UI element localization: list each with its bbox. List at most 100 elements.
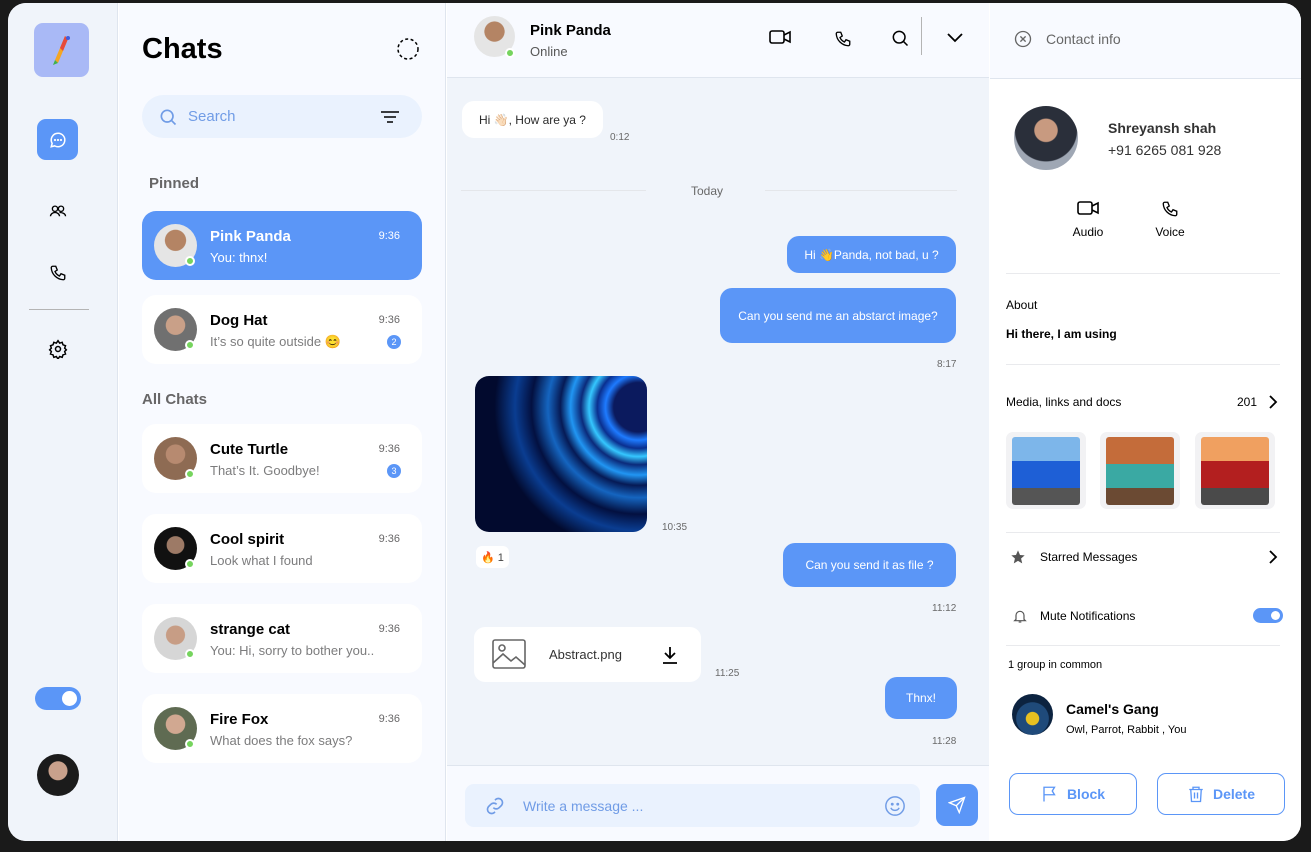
search-icon — [160, 109, 177, 125]
chat-item[interactable]: Fire Fox What does the fox says? 9:36 — [142, 694, 422, 763]
chat-name: Cute Turtle — [210, 441, 289, 458]
chat-icon — [49, 131, 66, 148]
filter-icon[interactable] — [380, 110, 400, 124]
search-input[interactable] — [188, 108, 368, 125]
starred-messages-label[interactable]: Starred Messages — [1040, 550, 1137, 564]
chat-item[interactable]: Pink Panda You: thnx! 9:36 — [142, 211, 422, 280]
online-indicator — [505, 48, 515, 58]
send-button[interactable] — [936, 784, 978, 826]
group-name[interactable]: Camel's Gang — [1066, 701, 1159, 717]
mute-toggle[interactable] — [1253, 608, 1283, 623]
nav-calls-button[interactable] — [37, 252, 78, 293]
nav-settings-button[interactable] — [37, 328, 78, 369]
nav-rail — [8, 3, 118, 841]
divider-line — [461, 190, 646, 191]
message-time: 11:28 — [932, 736, 957, 747]
media-label: Media, links and docs — [1006, 395, 1122, 409]
close-icon[interactable] — [1014, 30, 1032, 48]
voice-call-button[interactable] — [828, 24, 858, 54]
mute-notifications-label: Mute Notifications — [1040, 609, 1136, 623]
group-avatar[interactable] — [1012, 694, 1053, 735]
chevron-right-icon[interactable] — [1269, 550, 1278, 564]
search-icon — [892, 30, 909, 47]
media-thumbnail[interactable] — [1195, 432, 1275, 509]
media-thumbnail[interactable] — [1100, 432, 1180, 509]
online-indicator — [185, 739, 195, 749]
divider-line — [765, 190, 957, 191]
attach-link-icon[interactable] — [485, 796, 505, 816]
chat-name: strange cat — [210, 621, 291, 638]
video-icon — [769, 30, 791, 44]
emoji-icon[interactable] — [884, 795, 906, 817]
audio-label: Audio — [1072, 225, 1104, 239]
delete-button[interactable]: Delete — [1157, 773, 1285, 815]
chat-preview: It’s so quite outside 😊 — [210, 334, 341, 349]
message-time: 0:12 — [610, 132, 630, 143]
chat-item[interactable]: strange cat You: Hi, sorry to bother you… — [142, 604, 422, 673]
chat-time: 9:36 — [378, 230, 400, 242]
online-indicator — [185, 469, 195, 479]
message-bubble: Can you send it as file ? — [783, 543, 956, 587]
download-icon[interactable] — [662, 646, 678, 664]
media-thumbnail[interactable] — [1006, 432, 1086, 509]
trash-icon — [1189, 786, 1203, 803]
new-status-icon[interactable] — [396, 37, 420, 61]
contact-status: Online — [530, 44, 568, 59]
message-time: 11:12 — [932, 603, 957, 614]
message-input[interactable] — [523, 797, 863, 814]
chat-preview: You: Hi, sorry to bother you.. — [210, 643, 375, 658]
voice-call-action[interactable]: Voice — [1150, 200, 1190, 239]
chat-time: 9:36 — [378, 443, 400, 455]
contact-phone: +91 6265 081 928 — [1108, 142, 1222, 158]
nav-groups-button[interactable] — [37, 190, 78, 231]
chats-title: Chats — [142, 33, 223, 65]
voice-label: Voice — [1155, 225, 1185, 239]
users-icon — [49, 204, 66, 216]
nav-chats-button[interactable] — [37, 119, 78, 160]
send-icon — [948, 796, 966, 814]
message-bubble: Thnx! — [885, 677, 957, 719]
groups-in-common-label: 1 group in common — [1008, 659, 1103, 671]
chat-item[interactable]: Cool spirit Look what I found 9:36 — [142, 514, 422, 583]
date-divider: Today — [691, 184, 724, 198]
gear-icon — [48, 338, 67, 359]
more-options-button[interactable] — [940, 23, 970, 53]
theme-toggle[interactable] — [35, 687, 81, 710]
video-call-button[interactable] — [765, 22, 795, 52]
phone-icon — [50, 265, 65, 280]
chat-preview: You: thnx! — [210, 250, 268, 265]
chat-item[interactable]: Cute Turtle That’s It. Goodbye! 9:36 3 — [142, 424, 422, 493]
unread-badge: 3 — [387, 464, 401, 478]
chat-preview: That’s It. Goodbye! — [210, 463, 320, 478]
app-window: Chats Pinned Pink Panda You: thnx! 9:36 … — [8, 3, 1301, 841]
image-message[interactable] — [475, 376, 647, 532]
image-file-icon — [492, 639, 526, 669]
message-bubble: Hi 👋🏻, How are ya ? — [462, 101, 603, 138]
chat-name: Cool spirit — [210, 531, 285, 548]
chat-time: 9:36 — [378, 713, 400, 725]
chat-item[interactable]: Dog Hat It’s so quite outside 😊 9:36 2 — [142, 295, 422, 364]
message-time: 11:25 — [715, 668, 740, 679]
block-button[interactable]: Block — [1009, 773, 1137, 815]
about-text: Hi there, I am using — [1006, 327, 1117, 341]
audio-call-action[interactable]: Audio — [1068, 200, 1108, 239]
section-divider — [1006, 645, 1280, 646]
message-input-box — [465, 784, 920, 827]
phone-icon — [835, 31, 851, 47]
chat-time: 9:36 — [378, 623, 400, 635]
conversation-search-button[interactable] — [885, 23, 915, 53]
chat-name: Dog Hat — [210, 312, 268, 329]
unread-badge: 2 — [387, 335, 401, 349]
file-name: Abstract.png — [549, 647, 622, 662]
search-bar — [142, 95, 422, 138]
phone-icon — [1162, 201, 1178, 217]
contact-info-header: Contact info — [990, 3, 1301, 79]
chat-preview: What does the fox says? — [210, 733, 353, 748]
file-message[interactable]: Abstract.png — [474, 627, 701, 682]
user-avatar[interactable] — [37, 754, 79, 796]
reaction-badge[interactable]: 🔥 1 — [476, 546, 509, 568]
chevron-right-icon[interactable] — [1269, 395, 1278, 409]
chat-preview: Look what I found — [210, 553, 313, 568]
pinned-label: Pinned — [149, 175, 200, 192]
app-logo — [34, 23, 89, 77]
